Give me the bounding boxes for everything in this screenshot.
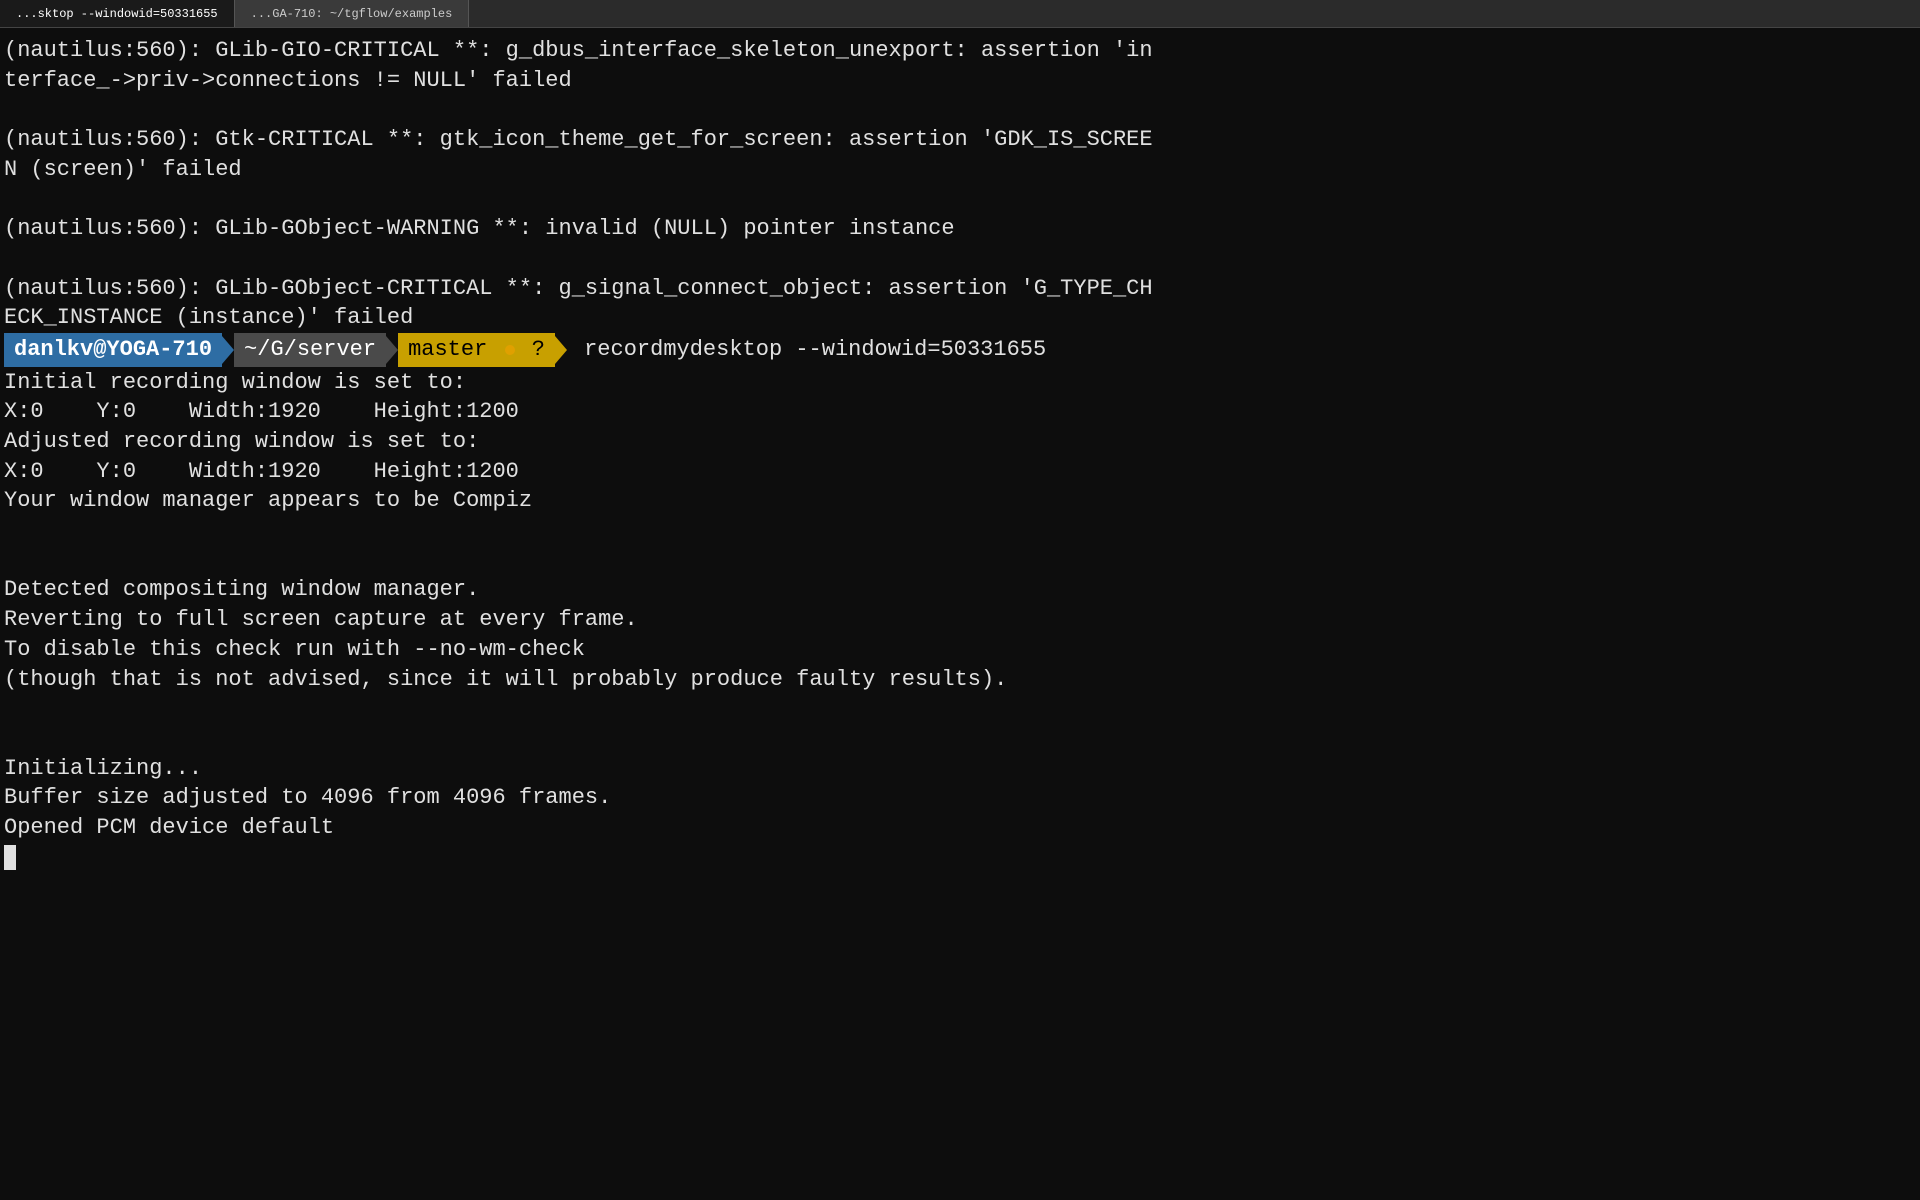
arrow-2	[386, 336, 398, 364]
output-line-7: Reverting to full screen capture at ever…	[4, 605, 1916, 635]
prompt-git-badge: master ?	[398, 333, 555, 367]
prompt-dir-badge: ~/G/server	[234, 333, 386, 367]
error-line-3: (nautilus:560): Gtk-CRITICAL **: gtk_ico…	[4, 125, 1916, 155]
output-line-9: (though that is not advised, since it wi…	[4, 665, 1916, 695]
error-line-1: (nautilus:560): GLib-GIO-CRITICAL **: g_…	[4, 36, 1916, 66]
error-line-5: (nautilus:560): GLib-GObject-WARNING **:…	[4, 214, 1916, 244]
git-question: ?	[532, 337, 545, 362]
tab-2[interactable]: ...GA-710: ~/tgflow/examples	[235, 0, 470, 27]
output-line-11: Buffer size adjusted to 4096 from 4096 f…	[4, 783, 1916, 813]
output-line-5: Your window manager appears to be Compiz	[4, 486, 1916, 516]
terminal-cursor	[4, 845, 16, 869]
prompt-user-badge: danlkv@YOGA-710	[4, 333, 222, 367]
output-line-10: Initializing...	[4, 754, 1916, 784]
error-line-7: ECK_INSTANCE (instance)' failed	[4, 303, 1916, 333]
arrow-1	[222, 336, 234, 364]
error-line-4: N (screen)' failed	[4, 155, 1916, 185]
terminal: (nautilus:560): GLib-GIO-CRITICAL **: g_…	[0, 28, 1920, 1200]
tab-1[interactable]: ...sktop --windowid=50331655	[0, 0, 235, 27]
arrow-3	[555, 336, 567, 364]
prompt-command: recordmydesktop --windowid=50331655	[584, 335, 1046, 365]
git-branch-label: master	[408, 337, 487, 362]
output-line-12: Opened PCM device default	[4, 813, 1916, 843]
output-line-8: To disable this check run with --no-wm-c…	[4, 635, 1916, 665]
prompt-arrow-char	[567, 335, 580, 365]
git-dot-icon	[505, 345, 515, 355]
error-line-2: terface_->priv->connections != NULL' fai…	[4, 66, 1916, 96]
output-line-6: Detected compositing window manager.	[4, 575, 1916, 605]
output-line-4: X:0 Y:0 Width:1920 Height:1200	[4, 457, 1916, 487]
output-line-3: Adjusted recording window is set to:	[4, 427, 1916, 457]
output-line-1: Initial recording window is set to:	[4, 368, 1916, 398]
error-line-6: (nautilus:560): GLib-GObject-CRITICAL **…	[4, 274, 1916, 304]
prompt-row: danlkv@YOGA-710 ~/G/server master ? reco…	[4, 335, 1916, 366]
output-line-2: X:0 Y:0 Width:1920 Height:1200	[4, 397, 1916, 427]
cursor-line	[4, 843, 1916, 873]
tab-bar: ...sktop --windowid=50331655 ...GA-710: …	[0, 0, 1920, 28]
